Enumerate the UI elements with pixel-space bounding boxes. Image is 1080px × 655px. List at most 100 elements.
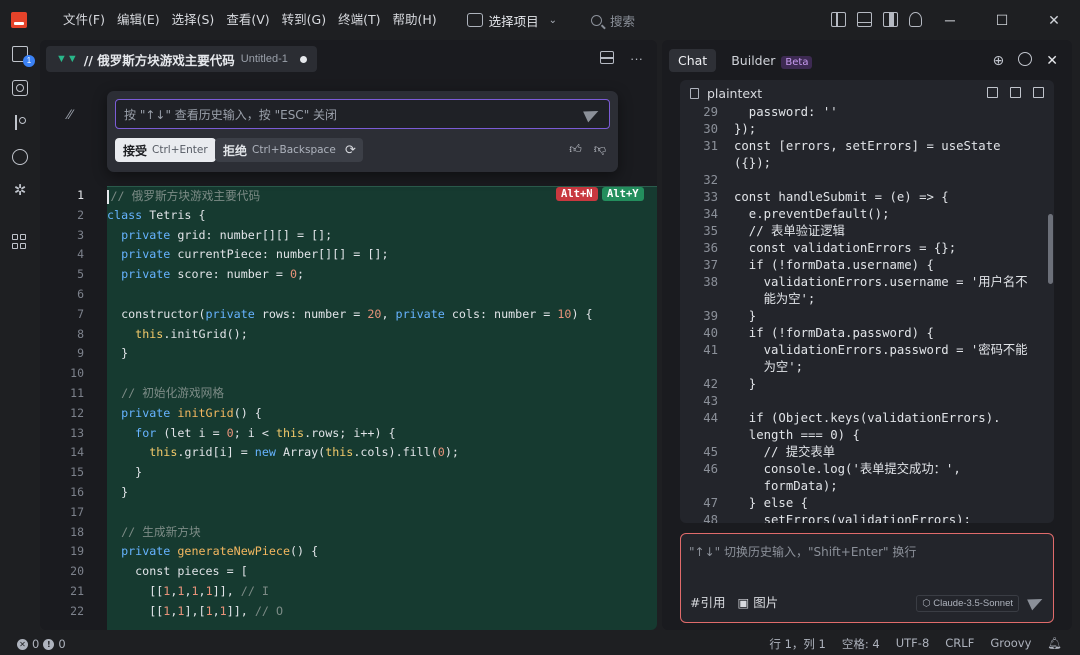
layers-icon (466, 13, 483, 27)
image-button[interactable]: ▣ 图片 (737, 592, 778, 611)
model-selector[interactable]: ⬡ Claude-3.5-Sonnet (916, 595, 1019, 612)
close-icon[interactable]: ✕ (1046, 52, 1058, 69)
debug-icon[interactable]: ✲ (12, 183, 28, 199)
maximize-button[interactable]: ☐ (976, 0, 1028, 40)
line-number: 22 (70, 603, 84, 618)
code-line: } (107, 465, 143, 480)
line-number: 1 (77, 188, 84, 202)
code-block-line-text: formData); (734, 479, 838, 493)
preview-icon[interactable] (12, 149, 28, 165)
code-block-line: 39 } (680, 308, 1054, 325)
cursor-position[interactable]: 行 1，列 1 (769, 636, 825, 652)
tab-builder[interactable]: Builder Beta (722, 49, 821, 72)
inline-prompt-placeholder: 按 "↑↓" 查看历史输入，按 "ESC" 关闭 (124, 107, 338, 122)
line-number: 11 (70, 385, 84, 400)
code-block-line-number: 36 (703, 241, 718, 255)
ai-wand-icon[interactable]: ⁄⁄ (68, 106, 73, 122)
tab-chat[interactable]: Chat (669, 48, 717, 72)
minimize-button[interactable]: ─ (924, 0, 976, 40)
code-block-scrollbar[interactable] (1048, 214, 1053, 284)
line-ending[interactable]: CRLF (945, 636, 974, 652)
code-block-line-number (680, 155, 718, 172)
accept-label: 接受 (123, 143, 148, 158)
history-icon[interactable] (1018, 52, 1033, 66)
toggle-sidebar-icon[interactable] (831, 12, 846, 27)
search-icon (591, 14, 603, 26)
file-icon (690, 87, 699, 99)
close-window-button[interactable]: ✕ (1028, 0, 1080, 40)
copy-icon[interactable] (987, 87, 998, 98)
notifications-icon[interactable]: 🔔︎ (1047, 636, 1062, 652)
menu-help[interactable]: 帮助(H) (386, 0, 442, 40)
account-icon[interactable] (909, 12, 922, 27)
code-block-line-text: const validationErrors = {}; (734, 241, 957, 255)
code-block-line-text: }); (734, 122, 757, 136)
warning-icon: ! (43, 638, 55, 650)
encoding[interactable]: UTF-8 (896, 636, 930, 652)
menu-edit[interactable]: 编辑(E) (111, 0, 166, 40)
accept-change-badge[interactable]: Alt+Y (602, 187, 644, 201)
menu-select[interactable]: 选择(S) (166, 0, 221, 40)
inline-prompt-input[interactable]: 按 "↑↓" 查看历史输入，按 "ESC" 关闭 (115, 99, 610, 129)
menu-view[interactable]: 查看(V) (220, 0, 275, 40)
split-editor-icon[interactable] (600, 51, 614, 64)
code-block-line-text: if (Object.keys(validationErrors). (734, 411, 1001, 425)
send-icon[interactable] (583, 105, 601, 123)
source-control-icon[interactable] (12, 115, 28, 131)
extensions-icon[interactable] (12, 234, 28, 250)
toggle-panel-icon[interactable] (857, 12, 872, 27)
code-block-line-text: ({}); (734, 156, 772, 170)
code-line: private score: number = 0; (121, 267, 305, 282)
code-block-line: 34 e.preventDefault(); (680, 206, 1054, 223)
line-number: 3 (77, 227, 84, 242)
search-view-icon[interactable] (12, 80, 28, 96)
reject-change-badge[interactable]: Alt+N (556, 187, 598, 201)
code-line: [[1,1,1,1]], // I (107, 583, 269, 598)
code-line: private grid: number[][] = []; (121, 227, 333, 242)
chat-input[interactable]: "↑↓" 切换历史输入，"Shift+Enter" 换行 #引用 ▣ 图片 ⬡ … (680, 533, 1054, 623)
reject-shortcut: Ctrl+Backspace (252, 144, 336, 156)
toggle-secondary-sidebar-icon[interactable] (883, 12, 898, 27)
status-bar: ✕ 0 ! 0 行 1，列 1 空格: 4 UTF-8 CRLF Groovy … (0, 633, 1080, 655)
project-selector[interactable]: 选择项目 ⌄ (459, 7, 565, 34)
reject-button[interactable]: 拒绝 Ctrl+Backspace (215, 138, 344, 162)
code-editor[interactable]: 1 2 3 4 5 6 7 8 9 10 11 12 13 14 15 16 1… (40, 186, 657, 630)
explorer-icon[interactable]: 1 (12, 46, 35, 67)
more-actions-icon[interactable]: ··· (630, 51, 643, 66)
cite-button[interactable]: #引用 (690, 592, 725, 611)
code-block-line-number (680, 478, 718, 495)
code-block-line-number: 33 (703, 190, 718, 204)
global-search[interactable]: 搜索 (591, 11, 635, 30)
code-block-line-text: const handleSubmit = (e) => { (734, 190, 949, 204)
chat-input-tools: #引用 ▣ 图片 (690, 592, 778, 611)
code-block-line-number: 42 (703, 377, 718, 391)
problems-indicator[interactable]: ✕ 0 ! 0 (17, 637, 66, 651)
code-block-line-text: } (734, 309, 757, 323)
code-line: // 生成新方块 (121, 524, 201, 539)
menu-file[interactable]: 文件(F) (45, 0, 111, 40)
thumbs-up-icon[interactable]: 👍︎ (569, 142, 582, 157)
menu-terminal[interactable]: 终端(T) (332, 0, 386, 40)
app-logo (11, 12, 27, 28)
unsaved-dot-icon[interactable] (299, 55, 307, 63)
code-block-line: formData); (680, 478, 1054, 495)
apply-icon[interactable] (1033, 87, 1044, 98)
menu-goto[interactable]: 转到(G) (276, 0, 332, 40)
line-number: 18 (70, 524, 84, 539)
thumbs-down-icon[interactable]: 👎︎ (594, 142, 606, 157)
code-block-line: 为空'; (680, 359, 1054, 376)
send-icon[interactable] (1027, 593, 1045, 611)
line-number: 15 (70, 465, 84, 480)
language-mode[interactable]: Groovy (990, 636, 1031, 652)
code-block-header: plaintext (680, 80, 1054, 106)
chat-actions: ⊕ ✕ (993, 52, 1058, 69)
accept-button[interactable]: 接受 Ctrl+Enter (115, 138, 216, 162)
code-line: } (107, 484, 129, 499)
indentation[interactable]: 空格: 4 (842, 636, 880, 652)
chat-panel: Chat Builder Beta ⊕ ✕ plaintext 29 passw… (662, 40, 1072, 630)
regenerate-button[interactable]: ⟳ (338, 138, 363, 162)
new-chat-icon[interactable]: ⊕ (993, 52, 1005, 69)
code-block-line-number: 43 (703, 394, 718, 408)
insert-icon[interactable] (1010, 87, 1021, 98)
editor-tab[interactable]: ▼▼ // 俄罗斯方块游戏主要代码 Untitled-1 (46, 46, 317, 72)
